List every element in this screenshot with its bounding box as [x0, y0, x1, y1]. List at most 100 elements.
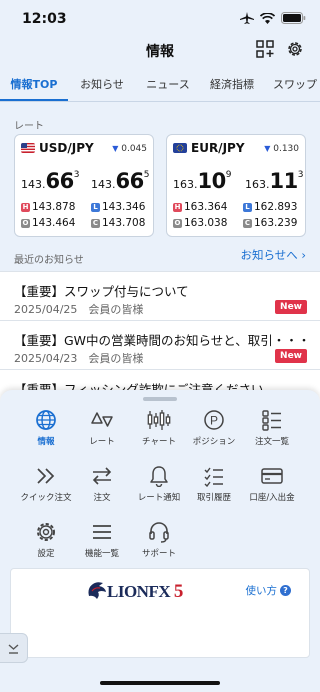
category-tabs: 情報TOP お知らせ ニュース 経済指標 スワップ [0, 66, 320, 102]
status-icons [240, 12, 306, 24]
menu-item-account[interactable]: 口座/入出金 [242, 465, 302, 503]
low-row: L 162.893 [243, 201, 297, 213]
news-item[interactable]: 【重要】GW中の営業時間のお知らせと、取引・・・ 2025/04/23 会員の皆… [0, 320, 320, 369]
close-badge: C [243, 218, 252, 228]
news-title: 【重要】GW中の営業時間のお知らせと、取引・・・ [14, 333, 310, 348]
close-row: C 143.708 [91, 217, 146, 229]
news-item[interactable]: 【重要】スワップ付与について 2025/04/25 会員の皆様 New [0, 271, 320, 320]
open-badge: O [173, 218, 182, 228]
navigation-bar: 情報 [0, 36, 320, 66]
us-flag-icon [21, 143, 35, 153]
low-badge: L [91, 202, 100, 212]
news-section-label: 最近のお知らせ [14, 255, 84, 266]
menu-label: レート通知 [137, 493, 181, 503]
ask-price: 163.113 [245, 169, 304, 193]
high-badge: H [173, 202, 182, 212]
help-icon: ? [280, 585, 291, 596]
order-list-icon [262, 410, 281, 431]
tab-swap[interactable]: スワップ [270, 66, 320, 101]
menu-item-support[interactable]: サポート [129, 521, 189, 559]
news-meta: 2025/04/25 会員の皆様 [14, 303, 144, 316]
high-row: H 163.364 [173, 201, 228, 213]
down-arrow-icon: ▼ [264, 144, 271, 153]
notices-link[interactable]: お知らせへ › [240, 247, 306, 263]
menu-label: 取引履歴 [196, 493, 231, 503]
order-icon [92, 467, 112, 485]
quick-order-icon [37, 468, 55, 484]
low-row: L 143.346 [91, 201, 145, 213]
rate-change: 0.045 [121, 144, 147, 154]
globe-icon [36, 410, 56, 430]
news-title: 【重要】スワップ付与について [14, 284, 189, 299]
menu-item-order-list[interactable]: 注文一覧 [242, 409, 302, 447]
rate-change: 0.130 [273, 144, 299, 154]
menu-label: サポート [141, 549, 176, 559]
svg-text:P: P [210, 414, 218, 428]
close-row: C 163.239 [243, 217, 298, 229]
menu-item-rate-alert[interactable]: レート通知 [129, 465, 189, 503]
home-indicator [100, 681, 220, 685]
menu-label: 口座/入出金 [249, 493, 295, 503]
tab-news[interactable]: ニュース [144, 66, 192, 101]
ask-price: 143.665 [91, 169, 150, 193]
menu-item-order[interactable]: 注文 [72, 465, 132, 503]
new-badge: New [275, 300, 307, 314]
down-arrow-icon: ▼ [112, 144, 119, 153]
menu-label: 機能一覧 [84, 549, 119, 559]
menu-label: 注文 [93, 493, 111, 503]
new-badge: New [275, 349, 307, 363]
bid-price: 143.663 [21, 169, 80, 193]
menu-label: ポジション [192, 437, 236, 447]
qr-add-icon[interactable] [256, 40, 274, 58]
bell-icon [150, 466, 168, 487]
gear-icon [37, 523, 55, 541]
menu-label: レート [89, 437, 115, 447]
candlestick-icon [147, 410, 171, 430]
open-badge: O [21, 218, 30, 228]
menu-item-info[interactable]: 情報 [16, 409, 76, 447]
status-bar: 12:03 [0, 0, 320, 36]
lionfx-banner[interactable]: LIONFX 5 使い方? [10, 568, 310, 658]
tab-info-top[interactable]: 情報TOP [0, 66, 68, 101]
menu-item-settings[interactable]: 設定 [16, 521, 76, 559]
collapse-tab[interactable] [0, 633, 28, 663]
menu-item-rate[interactable]: レート [72, 409, 132, 447]
how-to-link[interactable]: 使い方? [246, 583, 291, 598]
menu-item-chart[interactable]: チャート [129, 409, 189, 447]
lion-logo-icon [88, 582, 106, 599]
menu-label: 設定 [37, 549, 55, 559]
collapse-down-icon [8, 644, 19, 654]
open-row: O 163.038 [173, 217, 228, 229]
gear-icon[interactable] [286, 40, 304, 58]
close-badge: C [91, 218, 100, 228]
wifi-icon [260, 12, 275, 24]
card-icon [261, 468, 283, 484]
open-row: O 143.464 [21, 217, 76, 229]
menu-item-position[interactable]: P ポジション [184, 409, 244, 447]
rate-icon [91, 412, 113, 427]
menu-icon [93, 525, 111, 539]
news-header: 最近のお知らせ お知らせへ › [0, 247, 320, 267]
menu-item-quick-order[interactable]: クイック注文 [16, 465, 76, 503]
rate-card-usdjpy[interactable]: USD/JPY ▼ 0.045 143.663 143.665 H 143.878… [14, 134, 154, 237]
history-icon [204, 467, 223, 487]
tab-notices[interactable]: お知らせ [78, 66, 126, 101]
menu-label: チャート [142, 437, 176, 447]
rate-card-eurjpy[interactable]: EUR/JPY ▼ 0.130 163.109 163.113 H 163.364… [166, 134, 306, 237]
status-time: 12:03 [22, 11, 67, 27]
eu-flag-icon [173, 143, 187, 153]
news-meta: 2025/04/23 会員の皆様 [14, 352, 144, 365]
brand-logo: LIONFX 5 [107, 581, 183, 602]
rates-section-label: レート [14, 121, 44, 132]
tab-economic-indicators[interactable]: 経済指標 [208, 66, 256, 101]
menu-item-function-list[interactable]: 機能一覧 [72, 521, 132, 559]
high-badge: H [21, 202, 30, 212]
menu-label: 情報 [37, 437, 55, 447]
menu-item-trade-history[interactable]: 取引履歴 [184, 465, 244, 503]
low-badge: L [243, 202, 252, 212]
sheet-grabber[interactable] [143, 397, 177, 401]
battery-icon [281, 12, 306, 24]
menu-label: 注文一覧 [254, 437, 289, 447]
high-row: H 143.878 [21, 201, 76, 213]
bid-price: 163.109 [173, 169, 232, 193]
